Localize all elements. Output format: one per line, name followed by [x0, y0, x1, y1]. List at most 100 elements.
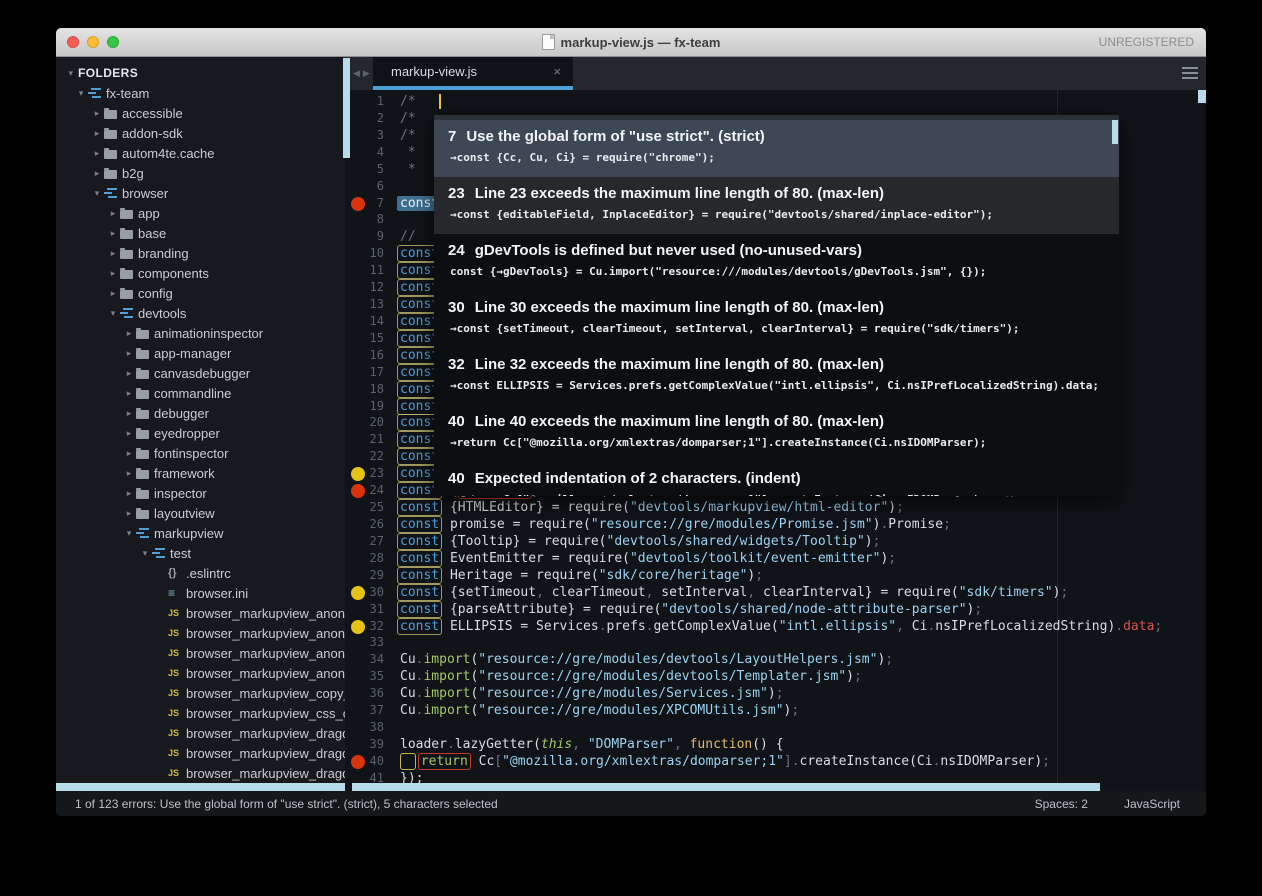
- sidebar-item-browser-markupview-copy-im[interactable]: JSbrowser_markupview_copy_im: [56, 683, 345, 703]
- sidebar-item-browser-markupview-anonym[interactable]: JSbrowser_markupview_anonym: [56, 643, 345, 663]
- chevron-down-icon[interactable]: ▾: [90, 188, 104, 199]
- editor-horizontal-scrollbar[interactable]: [352, 783, 1100, 791]
- chevron-right-icon[interactable]: ▸: [90, 168, 104, 179]
- code-line-34[interactable]: 34Cu.import("resource://gre/modules/devt…: [345, 651, 1206, 668]
- chevron-right-icon[interactable]: ▸: [122, 448, 136, 459]
- syntax-setting[interactable]: JavaScript: [1124, 797, 1180, 811]
- code-line-1[interactable]: 1/*: [345, 93, 1206, 110]
- sidebar-item-devtools[interactable]: ▾devtools: [56, 303, 345, 323]
- code-token: prefs: [607, 619, 646, 634]
- sidebar-vertical-scrollbar[interactable]: [343, 58, 350, 158]
- sidebar-item-browser-markupview-css-com[interactable]: JSbrowser_markupview_css_com: [56, 703, 345, 723]
- sidebar-item-browser-markupview-anonym[interactable]: JSbrowser_markupview_anonym: [56, 623, 345, 643]
- chevron-right-icon[interactable]: ▸: [106, 248, 120, 259]
- sidebar-item-canvasdebugger[interactable]: ▸canvasdebugger: [56, 363, 345, 383]
- code-line-29[interactable]: 29const Heritage = require("sdk/core/her…: [345, 567, 1206, 584]
- code-line-38[interactable]: 38: [345, 719, 1206, 736]
- sidebar-item-components[interactable]: ▸components: [56, 263, 345, 283]
- code-line-33[interactable]: 33: [345, 634, 1206, 651]
- sidebar-item-b2g[interactable]: ▸b2g: [56, 163, 345, 183]
- indent-setting[interactable]: Spaces: 2: [1035, 797, 1088, 811]
- lint-entry-line-24[interactable]: 24gDevTools is defined but never used (n…: [434, 234, 1119, 291]
- code-token: promise = require(: [442, 517, 591, 532]
- code-line-26[interactable]: 26const promise = require("resource://gr…: [345, 516, 1206, 533]
- sidebar-item-browser-markupview-anonym[interactable]: JSbrowser_markupview_anonym: [56, 663, 345, 683]
- chevron-right-icon[interactable]: ▸: [122, 388, 136, 399]
- sidebar-item-framework[interactable]: ▸framework: [56, 463, 345, 483]
- sidebar-item-browser-ini[interactable]: ≡browser.ini: [56, 583, 345, 603]
- sidebar-item-inspector[interactable]: ▸inspector: [56, 483, 345, 503]
- folders-section-header[interactable]: ▾ FOLDERS: [56, 63, 345, 83]
- code-line-40[interactable]: 40 return Cc["@mozilla.org/xmlextras/dom…: [345, 753, 1206, 770]
- chevron-right-icon[interactable]: ▸: [106, 268, 120, 279]
- sidebar-item-autom4te-cache[interactable]: ▸autom4te.cache: [56, 143, 345, 163]
- chevron-down-icon[interactable]: ▾: [138, 548, 152, 559]
- sidebar-item-browser-markupview-dragdro[interactable]: JSbrowser_markupview_dragdro: [56, 763, 345, 783]
- chevron-right-icon[interactable]: ▸: [122, 508, 136, 519]
- sidebar-item-markupview[interactable]: ▾markupview: [56, 523, 345, 543]
- open-folder-icon: [120, 307, 138, 319]
- lint-entry-line-40[interactable]: 40Line 40 exceeds the maximum line lengt…: [434, 405, 1119, 462]
- code-line-25[interactable]: 25const {HTMLEditor} = require("devtools…: [345, 499, 1206, 516]
- popup-scrollbar-thumb[interactable]: [1112, 120, 1118, 144]
- lint-entry-line-7[interactable]: 7Use the global form of "use strict". (s…: [434, 120, 1119, 177]
- chevron-right-icon[interactable]: ▸: [106, 208, 120, 219]
- sidebar-item--eslintrc[interactable]: {}.eslintrc: [56, 563, 345, 583]
- editor-vertical-scrollbar[interactable]: [1198, 90, 1206, 103]
- sidebar-item-browser-markupview-dragdro[interactable]: JSbrowser_markupview_dragdro: [56, 743, 345, 763]
- sidebar-item-animationinspector[interactable]: ▸animationinspector: [56, 323, 345, 343]
- chevron-right-icon[interactable]: ▸: [122, 328, 136, 339]
- sidebar-item-layoutview[interactable]: ▸layoutview: [56, 503, 345, 523]
- sidebar-item-browser[interactable]: ▾browser: [56, 183, 345, 203]
- lint-entry-line-40[interactable]: 40Expected indentation of 2 characters. …: [434, 462, 1119, 496]
- sidebar-item-label: test: [170, 546, 191, 561]
- chevron-right-icon[interactable]: ▸: [90, 128, 104, 139]
- chevron-right-icon[interactable]: ▸: [122, 428, 136, 439]
- sidebar-item-browser-markupview-dragdro[interactable]: JSbrowser_markupview_dragdro: [56, 723, 345, 743]
- tab-nav-arrows[interactable]: ◀▶: [353, 57, 373, 90]
- code-line-30[interactable]: 30const {setTimeout, clearTimeout, setIn…: [345, 584, 1206, 601]
- chevron-right-icon[interactable]: ▸: [122, 408, 136, 419]
- code-line-37[interactable]: 37Cu.import("resource://gre/modules/XPCO…: [345, 702, 1206, 719]
- chevron-down-icon[interactable]: ▾: [122, 528, 136, 539]
- sidebar-item-addon-sdk[interactable]: ▸addon-sdk: [56, 123, 345, 143]
- sidebar-item-config[interactable]: ▸config: [56, 283, 345, 303]
- chevron-down-icon[interactable]: ▾: [74, 88, 88, 99]
- lint-entry-line-30[interactable]: 30Line 30 exceeds the maximum line lengt…: [434, 291, 1119, 348]
- code-line-27[interactable]: 27const {Tooltip} = require("devtools/sh…: [345, 533, 1206, 550]
- code-line-36[interactable]: 36Cu.import("resource://gre/modules/Serv…: [345, 685, 1206, 702]
- sidebar-item-app[interactable]: ▸app: [56, 203, 345, 223]
- lint-entry-line-32[interactable]: 32Line 32 exceeds the maximum line lengt…: [434, 348, 1119, 405]
- chevron-right-icon[interactable]: ▸: [90, 108, 104, 119]
- chevron-down-icon[interactable]: ▾: [106, 308, 120, 319]
- code-line-28[interactable]: 28const EventEmitter = require("devtools…: [345, 550, 1206, 567]
- code-line-31[interactable]: 31const {parseAttribute} = require("devt…: [345, 601, 1206, 618]
- sidebar-item-test[interactable]: ▾ test: [56, 543, 345, 563]
- sidebar-item-commandline[interactable]: ▸commandline: [56, 383, 345, 403]
- sidebar-item-debugger[interactable]: ▸debugger: [56, 403, 345, 423]
- sidebar-item-fontinspector[interactable]: ▸fontinspector: [56, 443, 345, 463]
- chevron-right-icon[interactable]: ▸: [122, 368, 136, 379]
- lint-entry-line-23[interactable]: 23Line 23 exceeds the maximum line lengt…: [434, 177, 1119, 234]
- sidebar-item-base[interactable]: ▸base: [56, 223, 345, 243]
- sidebar-item-eyedropper[interactable]: ▸eyedropper: [56, 423, 345, 443]
- overflow-menu-icon[interactable]: [1182, 67, 1198, 79]
- chevron-right-icon[interactable]: ▸: [122, 488, 136, 499]
- tab-close-icon[interactable]: ×: [553, 57, 561, 86]
- sidebar-item-branding[interactable]: ▸branding: [56, 243, 345, 263]
- code-line-35[interactable]: 35Cu.import("resource://gre/modules/devt…: [345, 668, 1206, 685]
- code-token: //: [400, 229, 416, 244]
- code-line-39[interactable]: 39loader.lazyGetter(this, "DOMParser", f…: [345, 736, 1206, 753]
- sidebar-item-accessible[interactable]: ▸accessible: [56, 103, 345, 123]
- chevron-right-icon[interactable]: ▸: [122, 468, 136, 479]
- chevron-right-icon[interactable]: ▸: [90, 148, 104, 159]
- sidebar-item-app-manager[interactable]: ▸app-manager: [56, 343, 345, 363]
- sidebar-horizontal-scrollbar[interactable]: [56, 783, 345, 791]
- sidebar-item-fx-team[interactable]: ▾fx-team: [56, 83, 345, 103]
- chevron-right-icon[interactable]: ▸: [106, 228, 120, 239]
- code-line-32[interactable]: 32const ELLIPSIS = Services.prefs.getCom…: [345, 618, 1206, 635]
- tab-markup-view[interactable]: markup-view.js ×: [373, 57, 573, 90]
- sidebar-item-browser-markupview-anonym[interactable]: JSbrowser_markupview_anonym: [56, 603, 345, 623]
- chevron-right-icon[interactable]: ▸: [122, 348, 136, 359]
- chevron-right-icon[interactable]: ▸: [106, 288, 120, 299]
